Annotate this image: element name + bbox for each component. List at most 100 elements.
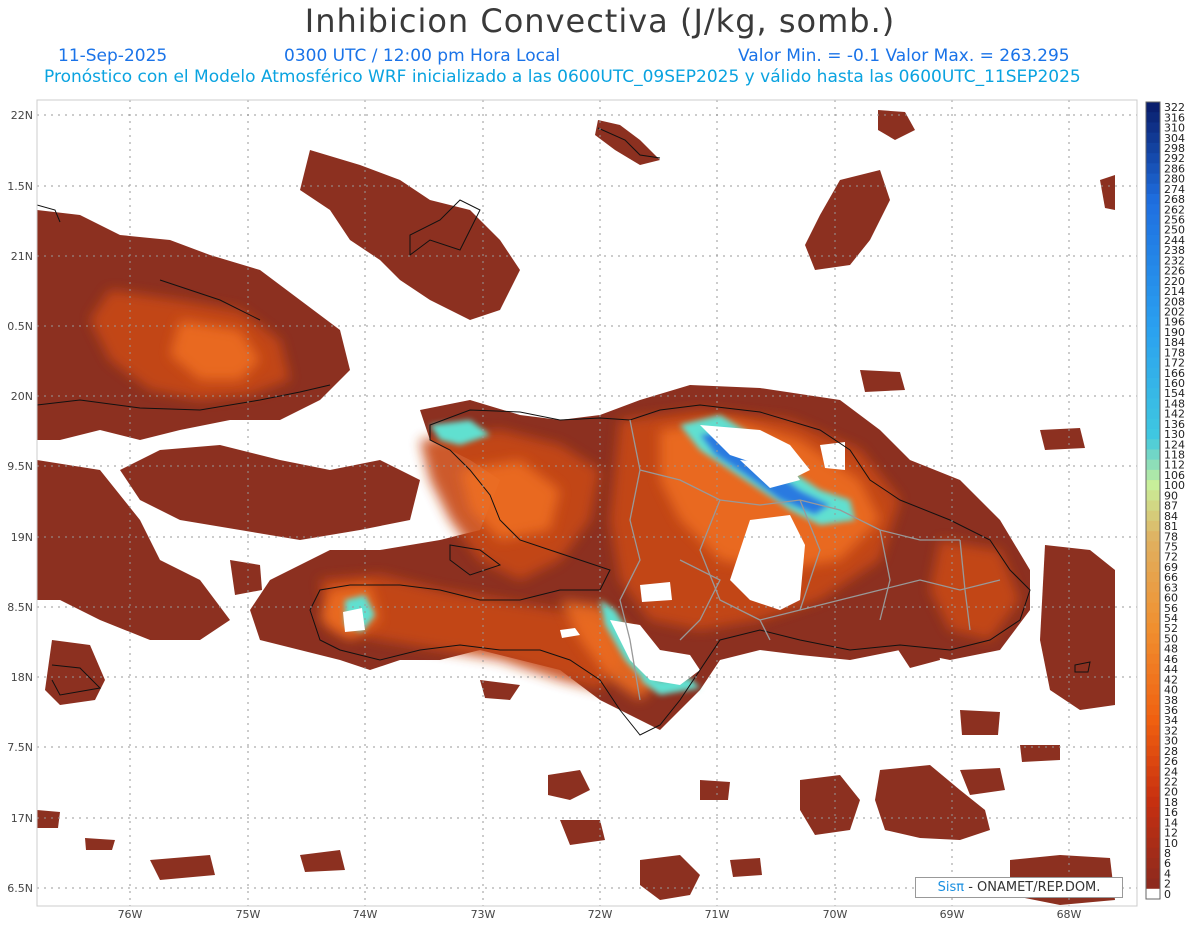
colorbar-swatch bbox=[1146, 183, 1160, 195]
lon-label: 75W bbox=[236, 908, 261, 921]
colorbar-swatch bbox=[1146, 786, 1160, 798]
lon-label: 74W bbox=[353, 908, 378, 921]
colorbar-swatch bbox=[1146, 418, 1160, 430]
colorbar-swatch bbox=[1146, 684, 1160, 696]
colorbar-swatch bbox=[1146, 112, 1160, 123]
colorbar-swatch bbox=[1146, 408, 1160, 420]
colorbar-swatch bbox=[1146, 868, 1160, 880]
colorbar-swatch bbox=[1146, 643, 1160, 655]
colorbar-swatch bbox=[1146, 377, 1160, 389]
colorbar-swatch bbox=[1146, 163, 1160, 175]
colorbar-swatch bbox=[1146, 234, 1160, 246]
lat-label: 0.5N bbox=[7, 320, 33, 333]
lon-label: 76W bbox=[118, 908, 143, 921]
colorbar: 3223163103042982922862802742682622562502… bbox=[1145, 101, 1185, 901]
credit-brand: Sisπ bbox=[937, 880, 965, 895]
lat-label: 21N bbox=[11, 250, 33, 263]
colorbar-swatch bbox=[1146, 807, 1160, 818]
lat-label: 8.5N bbox=[7, 601, 33, 614]
colorbar-swatch bbox=[1146, 459, 1160, 471]
colorbar-swatch bbox=[1146, 357, 1160, 369]
colorbar-swatch bbox=[1146, 469, 1160, 481]
lat-label: 18N bbox=[11, 671, 33, 684]
credit-box: Sisπ - ONAMET/REP.DOM. bbox=[915, 877, 1123, 898]
colorbar-swatch bbox=[1146, 153, 1160, 164]
colorbar-swatch bbox=[1146, 306, 1160, 318]
colorbar-swatch bbox=[1146, 858, 1160, 869]
colorbar-swatch bbox=[1146, 735, 1160, 747]
colorbar-swatch bbox=[1146, 480, 1160, 491]
lat-label: 22N bbox=[11, 109, 33, 122]
colorbar-swatch bbox=[1146, 122, 1160, 134]
colorbar-swatch bbox=[1146, 388, 1160, 399]
lat-axis: 22N 1.5N 21N 0.5N 20N 9.5N 19N 8.5N 18N … bbox=[7, 109, 33, 895]
colorbar-swatch bbox=[1146, 776, 1160, 788]
colorbar-swatch bbox=[1146, 500, 1160, 512]
lon-label: 69W bbox=[940, 908, 965, 921]
colorbar-swatch bbox=[1146, 888, 1160, 900]
colorbar-swatch bbox=[1146, 725, 1160, 737]
lon-label: 73W bbox=[471, 908, 496, 921]
colorbar-swatch bbox=[1146, 796, 1160, 808]
colorbar-swatch bbox=[1146, 173, 1160, 185]
colorbar-swatch bbox=[1146, 255, 1160, 266]
colorbar-swatch bbox=[1146, 704, 1160, 716]
colorbar-swatch bbox=[1146, 572, 1160, 583]
colorbar-swatch bbox=[1146, 715, 1160, 726]
colorbar-swatch bbox=[1146, 745, 1160, 757]
colorbar-swatch bbox=[1146, 490, 1160, 501]
colorbar-swatch bbox=[1146, 275, 1160, 287]
lat-label: 9.5N bbox=[7, 460, 33, 473]
lat-label: 7.5N bbox=[7, 741, 33, 754]
colorbar-swatch bbox=[1146, 827, 1160, 839]
colorbar-swatch bbox=[1146, 551, 1160, 563]
colorbar-swatch bbox=[1146, 878, 1160, 890]
map-figure: 22N 1.5N 21N 0.5N 20N 9.5N 19N 8.5N 18N … bbox=[7, 99, 1185, 921]
colorbar-swatch bbox=[1146, 214, 1160, 226]
colorbar-label: 0 bbox=[1164, 888, 1171, 901]
colorbar-swatch bbox=[1146, 296, 1160, 307]
lon-axis: 76W 75W 74W 73W 72W 71W 70W 69W 68W bbox=[118, 908, 1082, 921]
colorbar-swatch bbox=[1146, 132, 1160, 144]
colorbar-swatch bbox=[1146, 531, 1160, 542]
colorbar-swatch bbox=[1146, 224, 1160, 236]
colorbar-swatch bbox=[1146, 428, 1160, 440]
colorbar-swatch bbox=[1146, 367, 1160, 379]
colorbar-swatch bbox=[1146, 510, 1160, 522]
colorbar-swatch bbox=[1146, 674, 1160, 685]
colorbar-swatch bbox=[1146, 316, 1160, 328]
lon-label: 71W bbox=[705, 908, 730, 921]
colorbar-swatch bbox=[1146, 663, 1160, 675]
colorbar-swatch bbox=[1146, 541, 1160, 553]
colorbar-swatch bbox=[1146, 204, 1160, 215]
lat-label: 20N bbox=[11, 390, 33, 403]
colorbar-swatch bbox=[1146, 326, 1160, 338]
colorbar-swatch bbox=[1146, 817, 1160, 828]
colorbar-swatch bbox=[1146, 193, 1160, 205]
lon-label: 68W bbox=[1057, 908, 1082, 921]
colorbar-swatch bbox=[1146, 347, 1160, 358]
lon-label: 72W bbox=[588, 908, 613, 921]
colorbar-swatch bbox=[1146, 561, 1160, 573]
colorbar-swatch bbox=[1146, 766, 1160, 777]
colorbar-swatch bbox=[1146, 592, 1160, 604]
colorbar-swatch bbox=[1146, 694, 1160, 706]
colorbar-swatch bbox=[1146, 653, 1160, 665]
lon-label: 70W bbox=[823, 908, 848, 921]
colorbar-swatch bbox=[1146, 520, 1160, 532]
credit-text: - ONAMET/REP.DOM. bbox=[964, 880, 1101, 895]
lat-label: 6.5N bbox=[7, 882, 33, 895]
colorbar-swatch bbox=[1146, 285, 1160, 297]
colorbar-swatch bbox=[1146, 755, 1160, 767]
lat-label: 1.5N bbox=[7, 180, 33, 193]
colorbar-swatch bbox=[1146, 102, 1160, 113]
colorbar-swatch bbox=[1146, 633, 1160, 645]
colorbar-swatch bbox=[1146, 582, 1160, 593]
colorbar-swatch bbox=[1146, 398, 1160, 410]
colorbar-swatch bbox=[1146, 449, 1160, 461]
colorbar-swatch bbox=[1146, 623, 1160, 634]
colorbar-swatch bbox=[1146, 837, 1160, 849]
colorbar-swatch bbox=[1146, 245, 1160, 256]
colorbar-swatch bbox=[1146, 612, 1160, 624]
colorbar-swatch bbox=[1146, 439, 1160, 450]
